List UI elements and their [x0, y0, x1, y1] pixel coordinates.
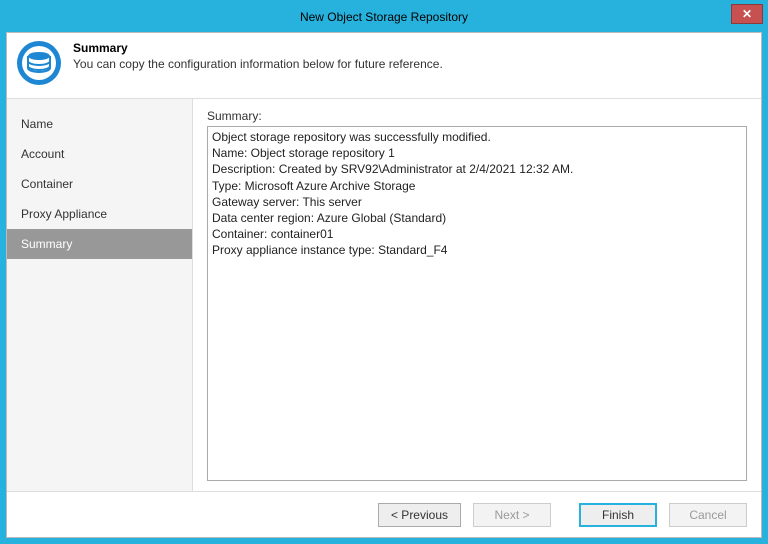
- sidebar-item-label: Name: [21, 117, 53, 131]
- wizard-footer: < Previous Next > Finish Cancel: [7, 491, 761, 537]
- sidebar-item-label: Account: [21, 147, 64, 161]
- page-title: Summary: [73, 41, 443, 55]
- finish-button[interactable]: Finish: [579, 503, 657, 527]
- window-content: Summary You can copy the configuration i…: [6, 32, 762, 538]
- close-button[interactable]: ✕: [731, 4, 763, 24]
- cancel-button: Cancel: [669, 503, 747, 527]
- sidebar-item-container[interactable]: Container: [7, 169, 192, 199]
- sidebar-item-name[interactable]: Name: [7, 109, 192, 139]
- storage-icon: [15, 39, 63, 87]
- next-button: Next >: [473, 503, 551, 527]
- summary-label: Summary:: [207, 109, 747, 123]
- wizard-body: Name Account Container Proxy Appliance S…: [7, 99, 761, 491]
- wizard-sidebar: Name Account Container Proxy Appliance S…: [7, 99, 193, 491]
- summary-textbox[interactable]: Object storage repository was successful…: [207, 126, 747, 481]
- wizard-header: Summary You can copy the configuration i…: [7, 33, 761, 99]
- header-text-block: Summary You can copy the configuration i…: [73, 39, 443, 71]
- window-title: New Object Storage Repository: [300, 10, 468, 24]
- page-subtitle: You can copy the configuration informati…: [73, 57, 443, 71]
- previous-button[interactable]: < Previous: [378, 503, 461, 527]
- sidebar-item-label: Proxy Appliance: [21, 207, 107, 221]
- sidebar-item-account[interactable]: Account: [7, 139, 192, 169]
- sidebar-item-proxy-appliance[interactable]: Proxy Appliance: [7, 199, 192, 229]
- sidebar-item-label: Summary: [21, 237, 72, 251]
- sidebar-item-label: Container: [21, 177, 73, 191]
- window-frame: New Object Storage Repository ✕ Summary …: [0, 0, 768, 544]
- titlebar: New Object Storage Repository ✕: [6, 6, 762, 28]
- sidebar-item-summary[interactable]: Summary: [7, 229, 192, 259]
- close-icon: ✕: [742, 7, 752, 21]
- wizard-main: Summary: Object storage repository was s…: [193, 99, 761, 491]
